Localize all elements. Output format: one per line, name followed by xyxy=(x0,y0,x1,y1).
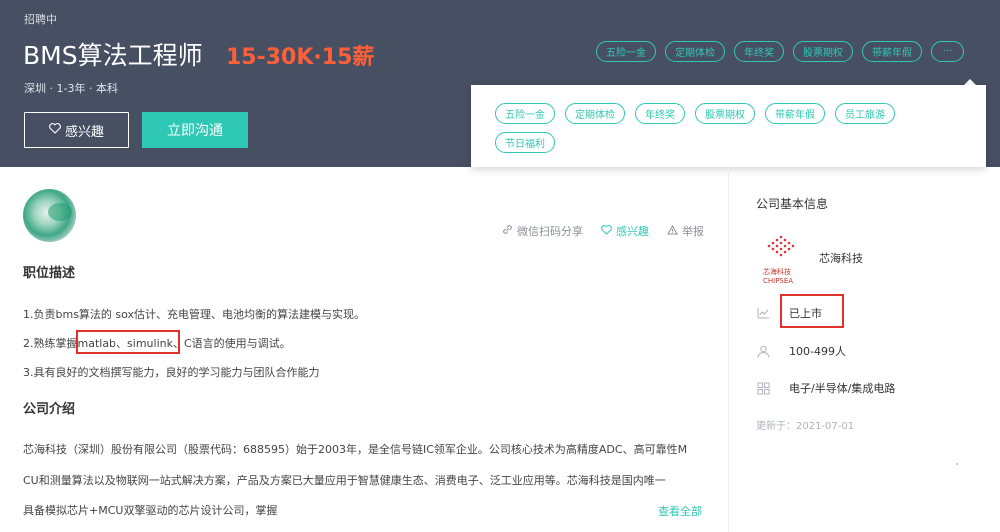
benefit-tags: 五险一金 定期体检 年终奖 股票期权 带薪年假 ··· xyxy=(596,41,964,62)
report-label: 举报 xyxy=(682,225,704,238)
benefits-popup: 五险一金 定期体检 年终奖 股票期权 带薪年假 员工旅游 节日福利 xyxy=(471,85,986,167)
grid-icon xyxy=(756,381,770,395)
more-tags-button[interactable]: ··· xyxy=(931,41,964,62)
company-sidebar: 公司基本信息 芯海科技 CHIPSEA 芯海科技 已上市 100-499人 电子… xyxy=(729,167,1000,532)
avatar-decoration xyxy=(48,203,72,221)
warning-icon xyxy=(667,224,678,238)
chat-now-button[interactable]: 立即沟通 xyxy=(142,112,248,148)
heart-icon xyxy=(601,224,612,238)
popup-benefit-tag: 节日福利 xyxy=(495,132,555,153)
benefit-tag: 五险一金 xyxy=(596,41,656,62)
company-intro-line: CU和测量算法以及物联网一站式解决方案，产品及方案已大量应用于智慧健康生态、消费… xyxy=(23,474,666,487)
job-status: 招聘中 xyxy=(24,13,57,26)
company-logo-graphic xyxy=(767,235,795,257)
company-intro-line: 芯海科技（深圳）股份有限公司（股票代码：688595）始于2003年，是全信号链… xyxy=(23,443,688,456)
highlight-box xyxy=(76,330,180,354)
company-info-title: 公司基本信息 xyxy=(756,197,829,211)
share-label: 微信扫码分享 xyxy=(517,225,583,238)
company-industry-value: 电子/半导体/集成电路 xyxy=(789,382,896,395)
highlight-box xyxy=(780,294,844,328)
interest-button-label: 感兴趣 xyxy=(64,124,104,140)
link-icon xyxy=(502,224,513,238)
person-icon xyxy=(756,344,770,358)
logo-text-en: CHIPSEA xyxy=(763,277,794,285)
job-detail-page: 招聘中 BMS算法工程师 15-30K·15薪 深圳 · 1-3年 · 本科 感… xyxy=(0,0,1000,532)
company-logo-text: 芯海科技 CHIPSEA xyxy=(763,267,793,285)
benefit-tag: 带薪年假 xyxy=(862,41,922,62)
popup-benefit-tag: 年终奖 xyxy=(635,103,685,124)
popup-benefit-tag: 股票期权 xyxy=(695,103,755,124)
interest-action[interactable]: 感兴趣 xyxy=(601,223,649,239)
benefit-tag: 股票期权 xyxy=(793,41,853,62)
company-industry: 电子/半导体/集成电路 xyxy=(756,380,895,396)
benefit-tag: 年终奖 xyxy=(734,41,784,62)
company-intro-line: 具备模拟芯片+MCU双擎驱动的芯片设计公司，掌握 xyxy=(23,504,278,517)
heart-icon xyxy=(49,122,61,138)
share-action[interactable]: 微信扫码分享 xyxy=(502,223,583,239)
job-title: BMS算法工程师 xyxy=(23,41,203,70)
job-meta: 深圳 · 1-3年 · 本科 xyxy=(24,82,118,95)
benefit-tag: 定期体检 xyxy=(665,41,725,62)
company-size-value: 100-499人 xyxy=(789,345,846,358)
company-size: 100-499人 xyxy=(756,343,846,359)
logo-text-cn: 芯海科技 xyxy=(763,268,791,276)
trend-chart-icon xyxy=(756,306,770,320)
popup-benefit-tag: 五险一金 xyxy=(495,103,555,124)
report-action[interactable]: 举报 xyxy=(667,223,704,239)
description-line: 3.具有良好的文档撰写能力，良好的学习能力与团队合作能力 xyxy=(23,366,320,379)
popup-benefit-tag: 员工旅游 xyxy=(835,103,895,124)
company-intro-title: 公司介绍 xyxy=(23,402,76,417)
salary: 15-30K·15薪 xyxy=(226,45,375,70)
popup-benefit-tag: 定期体检 xyxy=(565,103,625,124)
job-content: 微信扫码分享 感兴趣 举报 职位描述 1.负责bms算法的 sox估计、充电管理… xyxy=(0,167,728,532)
updated-date: 更新于：2021-07-01 xyxy=(756,421,855,432)
popup-benefit-tag: 带薪年假 xyxy=(765,103,825,124)
interest-button[interactable]: 感兴趣 xyxy=(24,112,129,148)
job-description-title: 职位描述 xyxy=(23,266,76,281)
see-all-link[interactable]: 查看全部 xyxy=(658,503,702,519)
job-actions: 微信扫码分享 感兴趣 举报 xyxy=(502,223,704,239)
company-name[interactable]: 芯海科技 xyxy=(819,250,863,266)
decorative-dot xyxy=(956,463,958,465)
interest-label: 感兴趣 xyxy=(616,225,649,238)
description-line: 1.负责bms算法的 sox估计、充电管理、电池均衡的算法建模与实现。 xyxy=(23,308,366,321)
